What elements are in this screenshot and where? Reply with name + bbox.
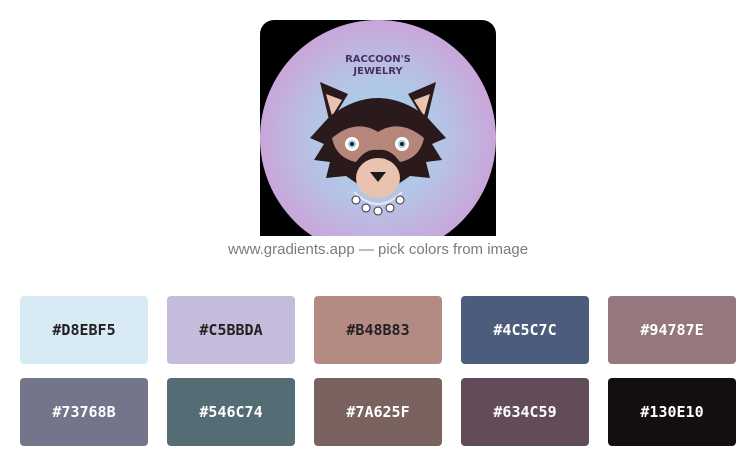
swatch-hex-label: #B48B83 bbox=[346, 321, 410, 339]
logo-text-line1: RACCOON'S bbox=[345, 54, 411, 65]
color-swatch-3[interactable]: #B48B83 bbox=[314, 296, 442, 364]
color-swatch-6[interactable]: #73768B bbox=[20, 378, 148, 446]
swatch-hex-label: #C5BBDA bbox=[199, 321, 263, 339]
swatch-hex-label: #73768B bbox=[52, 403, 116, 421]
color-swatch-1[interactable]: #D8EBF5 bbox=[20, 296, 148, 364]
color-swatch-2[interactable]: #C5BBDA bbox=[167, 296, 295, 364]
color-swatch-4[interactable]: #4C5C7C bbox=[461, 296, 589, 364]
color-swatch-8[interactable]: #7A625F bbox=[314, 378, 442, 446]
swatch-hex-label: #D8EBF5 bbox=[52, 321, 116, 339]
swatch-hex-label: #634C59 bbox=[493, 403, 557, 421]
color-swatch-10[interactable]: #130E10 bbox=[608, 378, 736, 446]
caption-link[interactable]: www.gradients.app — pick colors from ima… bbox=[0, 241, 756, 258]
color-swatch-5[interactable]: #94787E bbox=[608, 296, 736, 364]
source-image: RACCOON'S JEWELRY bbox=[260, 20, 496, 236]
color-swatch-9[interactable]: #634C59 bbox=[461, 378, 589, 446]
raccoon-logo-icon: RACCOON'S JEWELRY bbox=[260, 20, 496, 236]
swatch-hex-label: #546C74 bbox=[199, 403, 263, 421]
swatch-hex-label: #4C5C7C bbox=[493, 321, 557, 339]
swatch-hex-label: #94787E bbox=[640, 321, 704, 339]
color-swatch-7[interactable]: #546C74 bbox=[167, 378, 295, 446]
swatch-hex-label: #130E10 bbox=[640, 403, 704, 421]
swatch-hex-label: #7A625F bbox=[346, 403, 410, 421]
logo-text-line2: JEWELRY bbox=[352, 66, 403, 77]
